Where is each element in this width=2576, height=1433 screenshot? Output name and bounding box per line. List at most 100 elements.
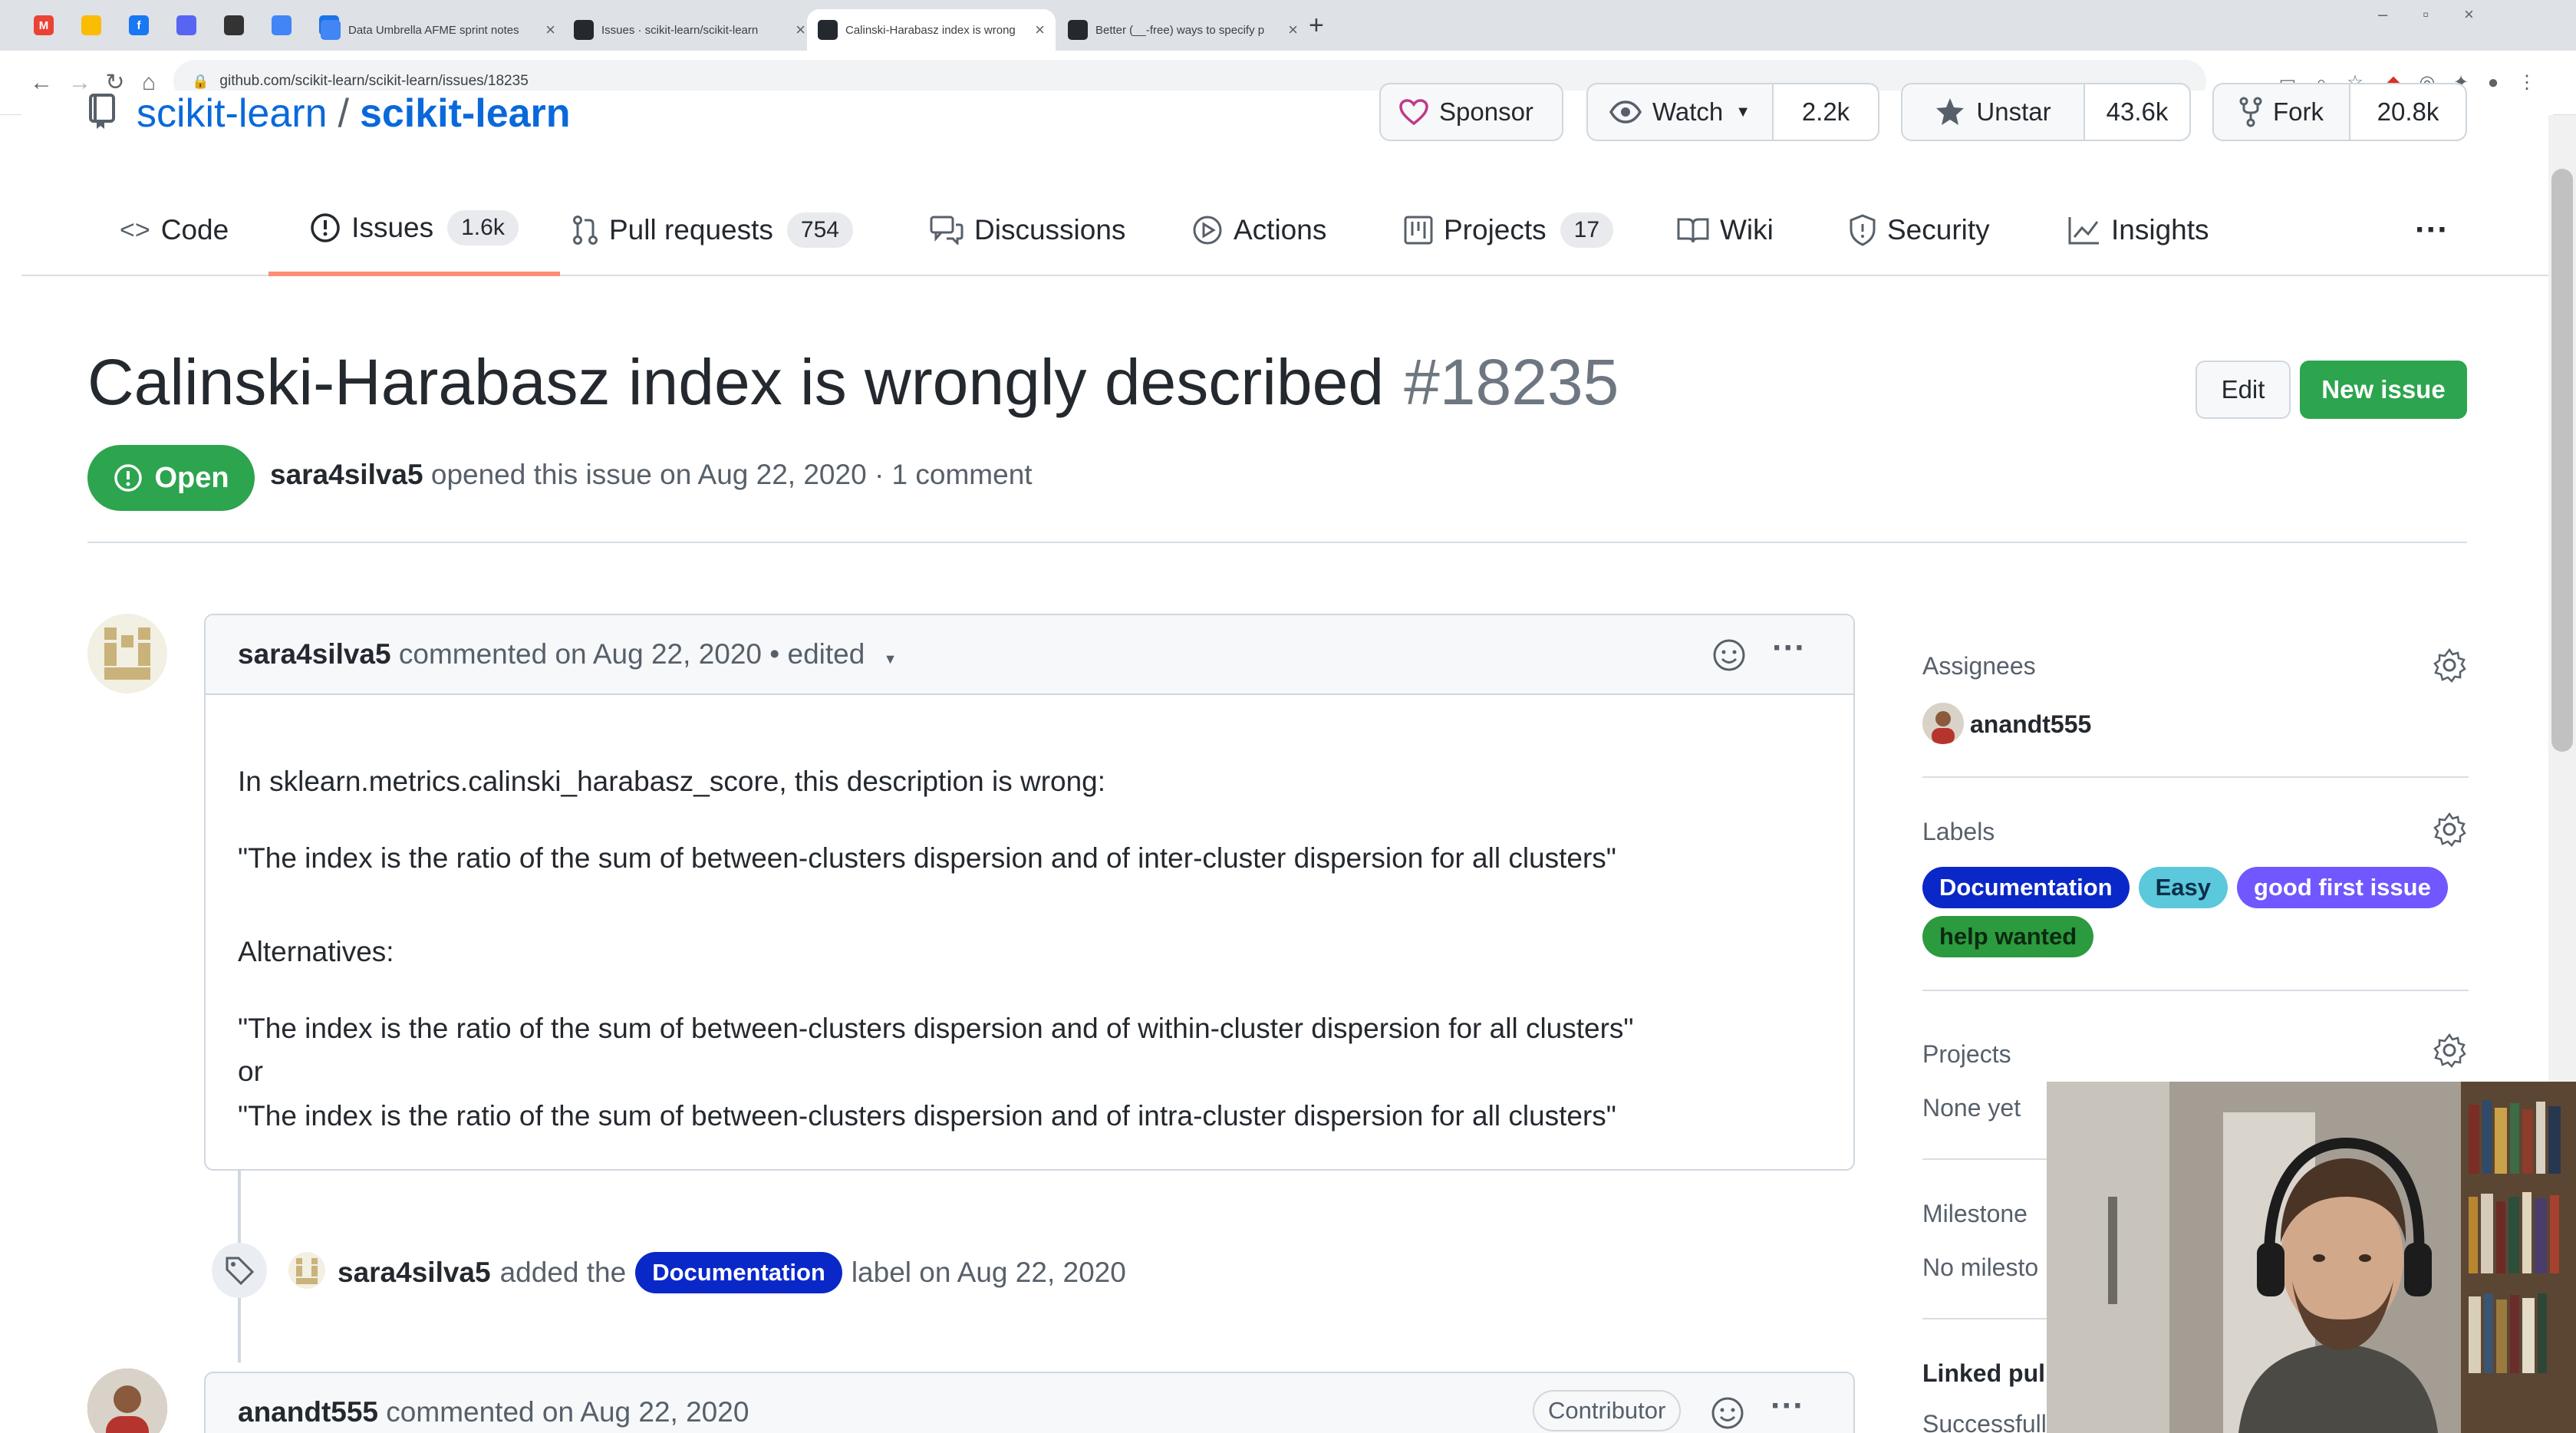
label-help-wanted[interactable]: help wanted [1922,916,2094,957]
tab-pull-requests[interactable]: Pull requests 754 [572,184,853,276]
browser-tab[interactable]: Better (__-free) ways to specify p × [1057,9,1309,51]
app-icon[interactable] [176,15,196,35]
github-icon [818,20,838,40]
comment-author-link[interactable]: anandt555 [238,1396,378,1428]
tab-code[interactable]: <> Code [120,184,229,276]
tab-wiki-label: Wiki [1720,214,1774,245]
comment-author-link[interactable]: sara4silva5 [238,638,391,670]
chevron-down-icon: ▼ [1735,103,1751,120]
fork-button[interactable]: Fork 20.8k [2212,83,2467,141]
linked-prs-value: Successfully [1922,1410,2059,1433]
keep-icon[interactable] [81,15,101,35]
play-icon [1192,215,1223,245]
docs-icon[interactable] [272,15,292,35]
fork-segment[interactable]: Fork [2214,84,2349,140]
close-icon[interactable]: × [1027,20,1045,40]
labels-row: Documentation Easy good first issue [1922,867,2448,908]
comment-meta[interactable]: commented on Aug 22, 2020 • edited [399,638,865,670]
tab-actions-label: Actions [1234,214,1327,245]
repo-owner-link[interactable]: scikit-learn [137,91,328,137]
star-button[interactable]: Unstar 43.6k [1901,83,2191,141]
book-icon [1677,216,1709,244]
label-good-first-issue[interactable]: good first issue [2237,867,2448,908]
repo-name-link[interactable]: scikit-learn [360,91,571,137]
comment-body-line: "The index is the ratio of the sum of be… [238,1013,1634,1044]
code-icon: <> [120,215,150,245]
tab-actions[interactable]: Actions [1192,184,1326,276]
browser-tab[interactable]: Issues · scikit-learn/scikit-learn × [563,9,816,51]
browser-tab[interactable]: Data Umbrella AFME sprint notes × [310,9,566,51]
new-issue-button[interactable]: New issue [2300,361,2467,419]
kebab-menu-icon[interactable]: ··· [1772,629,1806,667]
star-count[interactable]: 43.6k [2084,84,2189,140]
watch-segment[interactable]: Watch ▼ [1588,84,1772,140]
sponsor-segment: Sponsor [1381,84,1552,140]
watch-count[interactable]: 2.2k [1772,84,1878,140]
close-icon[interactable]: × [538,20,555,40]
webcam-frame [2047,1082,2576,1433]
assignee-link[interactable]: anandt555 [1970,710,2091,739]
label-documentation[interactable]: Documentation [1922,867,2130,908]
avatar-small[interactable] [288,1252,325,1289]
pulls-count-badge: 754 [786,212,853,248]
facebook-icon[interactable]: f [129,15,149,35]
emoji-reaction-icon[interactable] [1712,638,1746,676]
tab-insights[interactable]: Insights [2068,184,2209,276]
fork-count[interactable]: 20.8k [2349,84,2466,140]
kebab-menu-icon[interactable]: ··· [1771,1387,1804,1425]
milestone-heading[interactable]: Milestone [1922,1200,2028,1228]
pull-request-icon [572,215,598,245]
tab-discussions-label: Discussions [974,214,1126,245]
identicon-avatar [104,628,150,680]
issue-title: Calinski-Harabasz index is wrongly descr… [87,345,1619,420]
gear-icon[interactable] [2432,647,2467,687]
tab-discussions[interactable]: Discussions [930,184,1125,276]
issue-meta: sara4silva5 opened this issue on Aug 22,… [270,459,1033,491]
gear-icon[interactable] [2432,812,2467,851]
tab-title: Better (__-free) ways to specify p [1095,23,1265,37]
lock-icon: 🔒 [192,73,209,89]
sponsor-button[interactable]: Sponsor [1379,83,1563,141]
comment-body-line: "The index is the ratio of the sum of be… [238,842,1616,874]
assignee-avatar[interactable] [1922,703,1964,744]
comment-meta[interactable]: commented on Aug 22, 2020 [386,1396,749,1428]
gmail-icon[interactable]: M [34,15,54,35]
assignees-heading[interactable]: Assignees [1922,652,2036,680]
app-icon-dark[interactable] [224,15,244,35]
scrollbar-thumb[interactable] [2551,169,2573,752]
star-segment[interactable]: Unstar [1902,84,2084,140]
tab-insights-label: Insights [2111,214,2209,245]
divider [1922,776,2469,778]
documentation-label[interactable]: Documentation [635,1252,842,1293]
close-icon[interactable]: × [1280,20,1298,40]
event-author-link[interactable]: sara4silva5 [338,1257,491,1289]
linked-prs-heading[interactable]: Linked pull [1922,1359,2052,1388]
avatar[interactable] [87,614,167,693]
tag-icon [212,1243,267,1298]
tab-security[interactable]: Security [1849,184,1990,276]
window-controls[interactable]: –▫× [2378,5,2509,25]
tab-projects[interactable]: Projects 17 [1404,184,1614,276]
close-icon[interactable]: × [788,20,805,40]
emoji-reaction-icon[interactable] [1711,1396,1744,1433]
issue-author-link[interactable]: sara4silva5 [270,459,423,490]
label-easy[interactable]: Easy [2138,867,2228,908]
gear-icon[interactable] [2432,1033,2467,1072]
projects-heading[interactable]: Projects [1922,1040,2011,1069]
comment-header-text: anandt555 commented on Aug 22, 2020 [238,1396,749,1428]
tab-wiki[interactable]: Wiki [1677,184,1774,276]
browser-tab-bar: M f Data Umbrella AFME sprint notes × Is… [0,0,2576,51]
event-action: added the [499,1257,627,1288]
more-tabs-icon[interactable]: ··· [2415,184,2449,276]
labels-heading[interactable]: Labels [1922,818,1995,846]
browser-tab-active[interactable]: Calinski-Harabasz index is wrong × [807,9,1056,51]
discussions-icon [930,216,964,245]
chevron-down-icon[interactable]: ▼ [884,651,898,667]
tab-projects-label: Projects [1444,214,1547,245]
watch-button[interactable]: Watch ▼ 2.2k [1586,83,1879,141]
tab-issues[interactable]: Issues 1.6k [268,184,560,276]
tab-title: Calinski-Harabasz index is wrong [845,23,1016,37]
shield-icon [1849,214,1876,246]
edit-button[interactable]: Edit [2196,361,2291,419]
new-tab-button[interactable]: + [1309,11,1324,41]
